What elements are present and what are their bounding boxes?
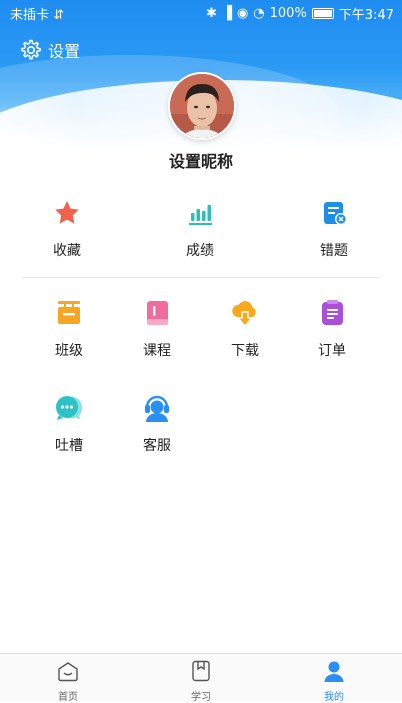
carrier-text: 未插卡 — [10, 8, 50, 23]
avatar-photo — [170, 74, 234, 138]
favorites-button[interactable]: 收藏 — [27, 198, 107, 260]
course-label: 课程 — [143, 343, 171, 359]
notebook-icon — [192, 660, 210, 682]
feedback-label: 吐槽 — [55, 438, 83, 454]
feedback-button[interactable]: 吐槽 — [29, 393, 109, 455]
class-label: 班级 — [55, 343, 83, 359]
home-icon — [58, 662, 78, 682]
order-label: 订单 — [318, 343, 346, 359]
usb-icon: ⇵ — [53, 8, 65, 23]
star-icon — [55, 201, 79, 224]
bar-chart-icon — [189, 205, 212, 225]
tab-study[interactable]: 学习 — [161, 659, 241, 703]
chat-icon — [56, 396, 83, 420]
download-button[interactable]: 下载 — [205, 298, 285, 360]
download-label: 下载 — [231, 343, 259, 359]
settings-button[interactable]: 设置 — [18, 38, 80, 62]
book-icon — [147, 301, 168, 325]
user-icon — [324, 661, 344, 682]
clock-time: 下午3:47 — [338, 8, 394, 23]
status-right: ✱ ▐ ◉ ◔ 100% 下午3:47 — [206, 4, 394, 23]
wifi-icon: ◔ — [253, 6, 265, 21]
tab-study-label: 学习 — [191, 692, 211, 703]
battery-icon — [311, 8, 334, 19]
order-icon — [322, 300, 343, 325]
tab-home-label: 首页 — [58, 692, 78, 703]
customer-service-label: 客服 — [143, 438, 171, 454]
tab-mine[interactable]: 我的 — [294, 659, 374, 703]
battery-percent: 100% — [269, 6, 307, 21]
section-divider — [22, 277, 380, 278]
wrong-questions-label: 错题 — [320, 243, 348, 259]
vibrate-icon: ▐ — [221, 6, 232, 21]
favorites-label: 收藏 — [53, 243, 81, 259]
class-button[interactable]: 班级 — [29, 298, 109, 360]
wrong-questions-button[interactable]: 错题 — [294, 198, 374, 260]
bluetooth-icon: ✱ — [206, 6, 217, 21]
class-sign-icon — [58, 301, 80, 324]
status-bar: 未插卡 ⇵ ✱ ▐ ◉ ◔ 100% 下午3:47 — [0, 0, 402, 24]
scores-button[interactable]: 成绩 — [160, 198, 240, 260]
eye-icon: ◉ — [236, 6, 249, 21]
wrong-question-icon — [324, 202, 347, 225]
customer-service-icon — [145, 395, 169, 422]
course-button[interactable]: 课程 — [117, 298, 197, 360]
order-button[interactable]: 订单 — [292, 298, 372, 360]
cloud-download-icon — [232, 301, 256, 328]
nickname[interactable]: 设置昵称 — [0, 148, 402, 172]
status-left: 未插卡 ⇵ — [10, 4, 64, 23]
bottom-tab-bar: 首页 学习 我的 — [0, 653, 402, 703]
tab-mine-label: 我的 — [324, 692, 344, 703]
customer-service-button[interactable]: 客服 — [117, 393, 197, 455]
gear-icon — [21, 39, 41, 60]
scores-label: 成绩 — [186, 243, 214, 259]
avatar[interactable] — [168, 72, 236, 140]
tab-home[interactable]: 首页 — [28, 659, 108, 703]
settings-label: 设置 — [48, 42, 81, 61]
